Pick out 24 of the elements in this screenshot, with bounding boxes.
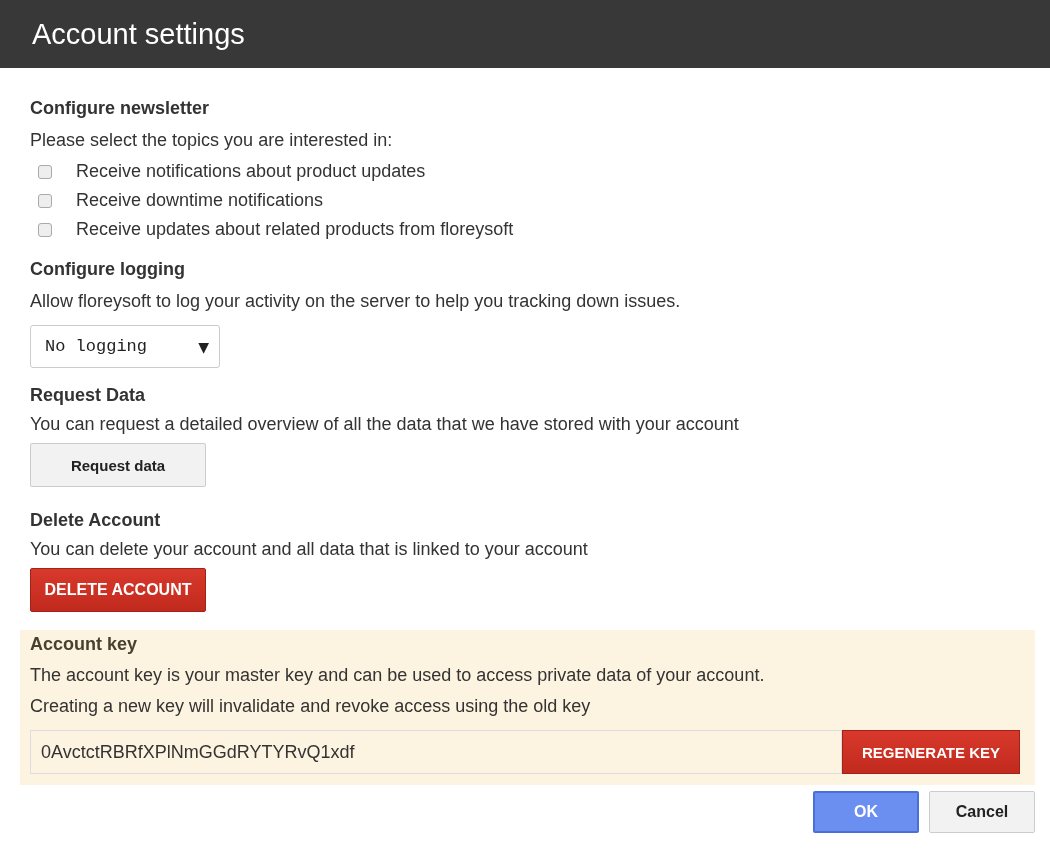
request-data-button[interactable]: Request data [30,443,206,487]
section-heading: Configure logging [30,259,185,280]
window-title: Account settings [32,17,245,51]
delete-account-button[interactable]: DELETE ACCOUNT [30,568,206,612]
checkbox[interactable] [38,193,52,208]
cancel-button[interactable]: Cancel [929,791,1035,833]
section-heading: Account key [30,634,138,655]
section-description: You can request a detailed overview of all the data that we have stored with your account [30,414,739,435]
checkbox[interactable] [38,164,52,179]
regenerate-key-button[interactable]: REGENERATE KEY [842,730,1020,774]
section-description: The account key is your master key and can be used to access private data of your account. [30,665,765,686]
section-description: Allow floreysoft to log your activity on the server to help you tracking down issues. [30,291,681,312]
section-heading: Request Data [30,385,146,406]
account-key-field[interactable]: 0AvctctRBRfXPlNmGGdRYTYRvQ1xdf [30,730,842,774]
section-description: You can delete your account and all data that is linked to your account [30,539,588,560]
checkbox-label[interactable]: Receive updates about related products from floreysoft [76,219,514,240]
logging-dropdown[interactable]: No logging ▼ [30,325,220,368]
section-heading: Delete Account [30,510,161,531]
checkbox[interactable] [38,222,52,237]
section-heading: Configure newsletter [30,98,210,119]
checkbox-label[interactable]: Receive downtime notifications [76,190,324,211]
section-note: Creating a new key will invalidate and revoke access using the old key [30,696,591,717]
section-description: Please select the topics you are interested in: [30,130,393,151]
checkbox-label[interactable]: Receive notifications about product updates [76,161,426,182]
